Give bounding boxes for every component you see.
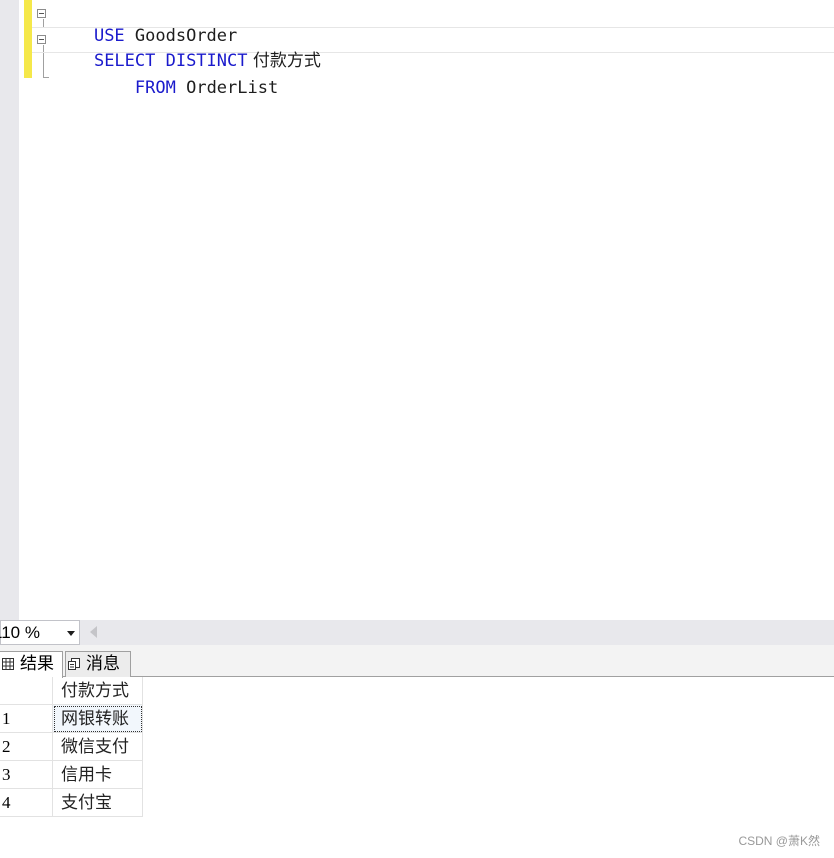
code-line-2[interactable]: SELECT DISTINCT 付款方式 (53, 28, 321, 71)
chevron-down-icon (67, 631, 75, 636)
zoom-value: 110 % (0, 623, 40, 642)
grid-cell[interactable]: 微信支付 (53, 733, 143, 761)
zoom-dropdown[interactable]: 110 % (0, 620, 80, 645)
message-icon (68, 658, 80, 670)
tab-messages[interactable]: 消息 (65, 651, 131, 677)
grid-cell[interactable]: 信用卡 (53, 761, 143, 789)
collapse-icon[interactable] (37, 35, 46, 44)
column-header[interactable]: 付款方式 (53, 677, 143, 705)
row-number[interactable]: 4 (0, 789, 53, 817)
collapse-icon[interactable] (37, 9, 46, 18)
tab-results[interactable]: 结果 (0, 651, 63, 678)
sql-keyword: FROM (134, 78, 176, 98)
code-line-1[interactable]: USE GoodsOrder (53, 3, 237, 46)
fold-guide-end (43, 77, 49, 78)
tab-messages-label: 消息 (86, 654, 120, 674)
change-indicator-bar (24, 0, 32, 78)
tab-results-label: 结果 (20, 654, 54, 674)
code-line-3[interactable]: FROM OrderList (53, 55, 278, 98)
sql-indent (94, 78, 135, 98)
editor-gutter (0, 0, 19, 620)
row-number[interactable]: 2 (0, 733, 53, 761)
row-header-corner[interactable] (0, 677, 53, 705)
fold-guide (43, 19, 44, 27)
fold-guide (43, 45, 44, 77)
scroll-left-arrow-icon[interactable] (90, 626, 97, 638)
row-number[interactable]: 3 (0, 761, 53, 789)
results-tab-bar: 结果 消息 (0, 645, 834, 678)
grid-icon (2, 658, 14, 670)
sql-text: OrderList (175, 78, 279, 98)
watermark: CSDN @萧K然 (738, 834, 820, 848)
sql-editor[interactable]: USE GoodsOrder SELECT DISTINCT 付款方式 FROM… (0, 0, 834, 620)
grid-cell[interactable]: 网银转账 (53, 705, 143, 733)
grid-cell[interactable]: 支付宝 (53, 789, 143, 817)
row-number[interactable]: 1 (0, 705, 53, 733)
zoom-scroll-bar: 110 % (0, 620, 834, 645)
